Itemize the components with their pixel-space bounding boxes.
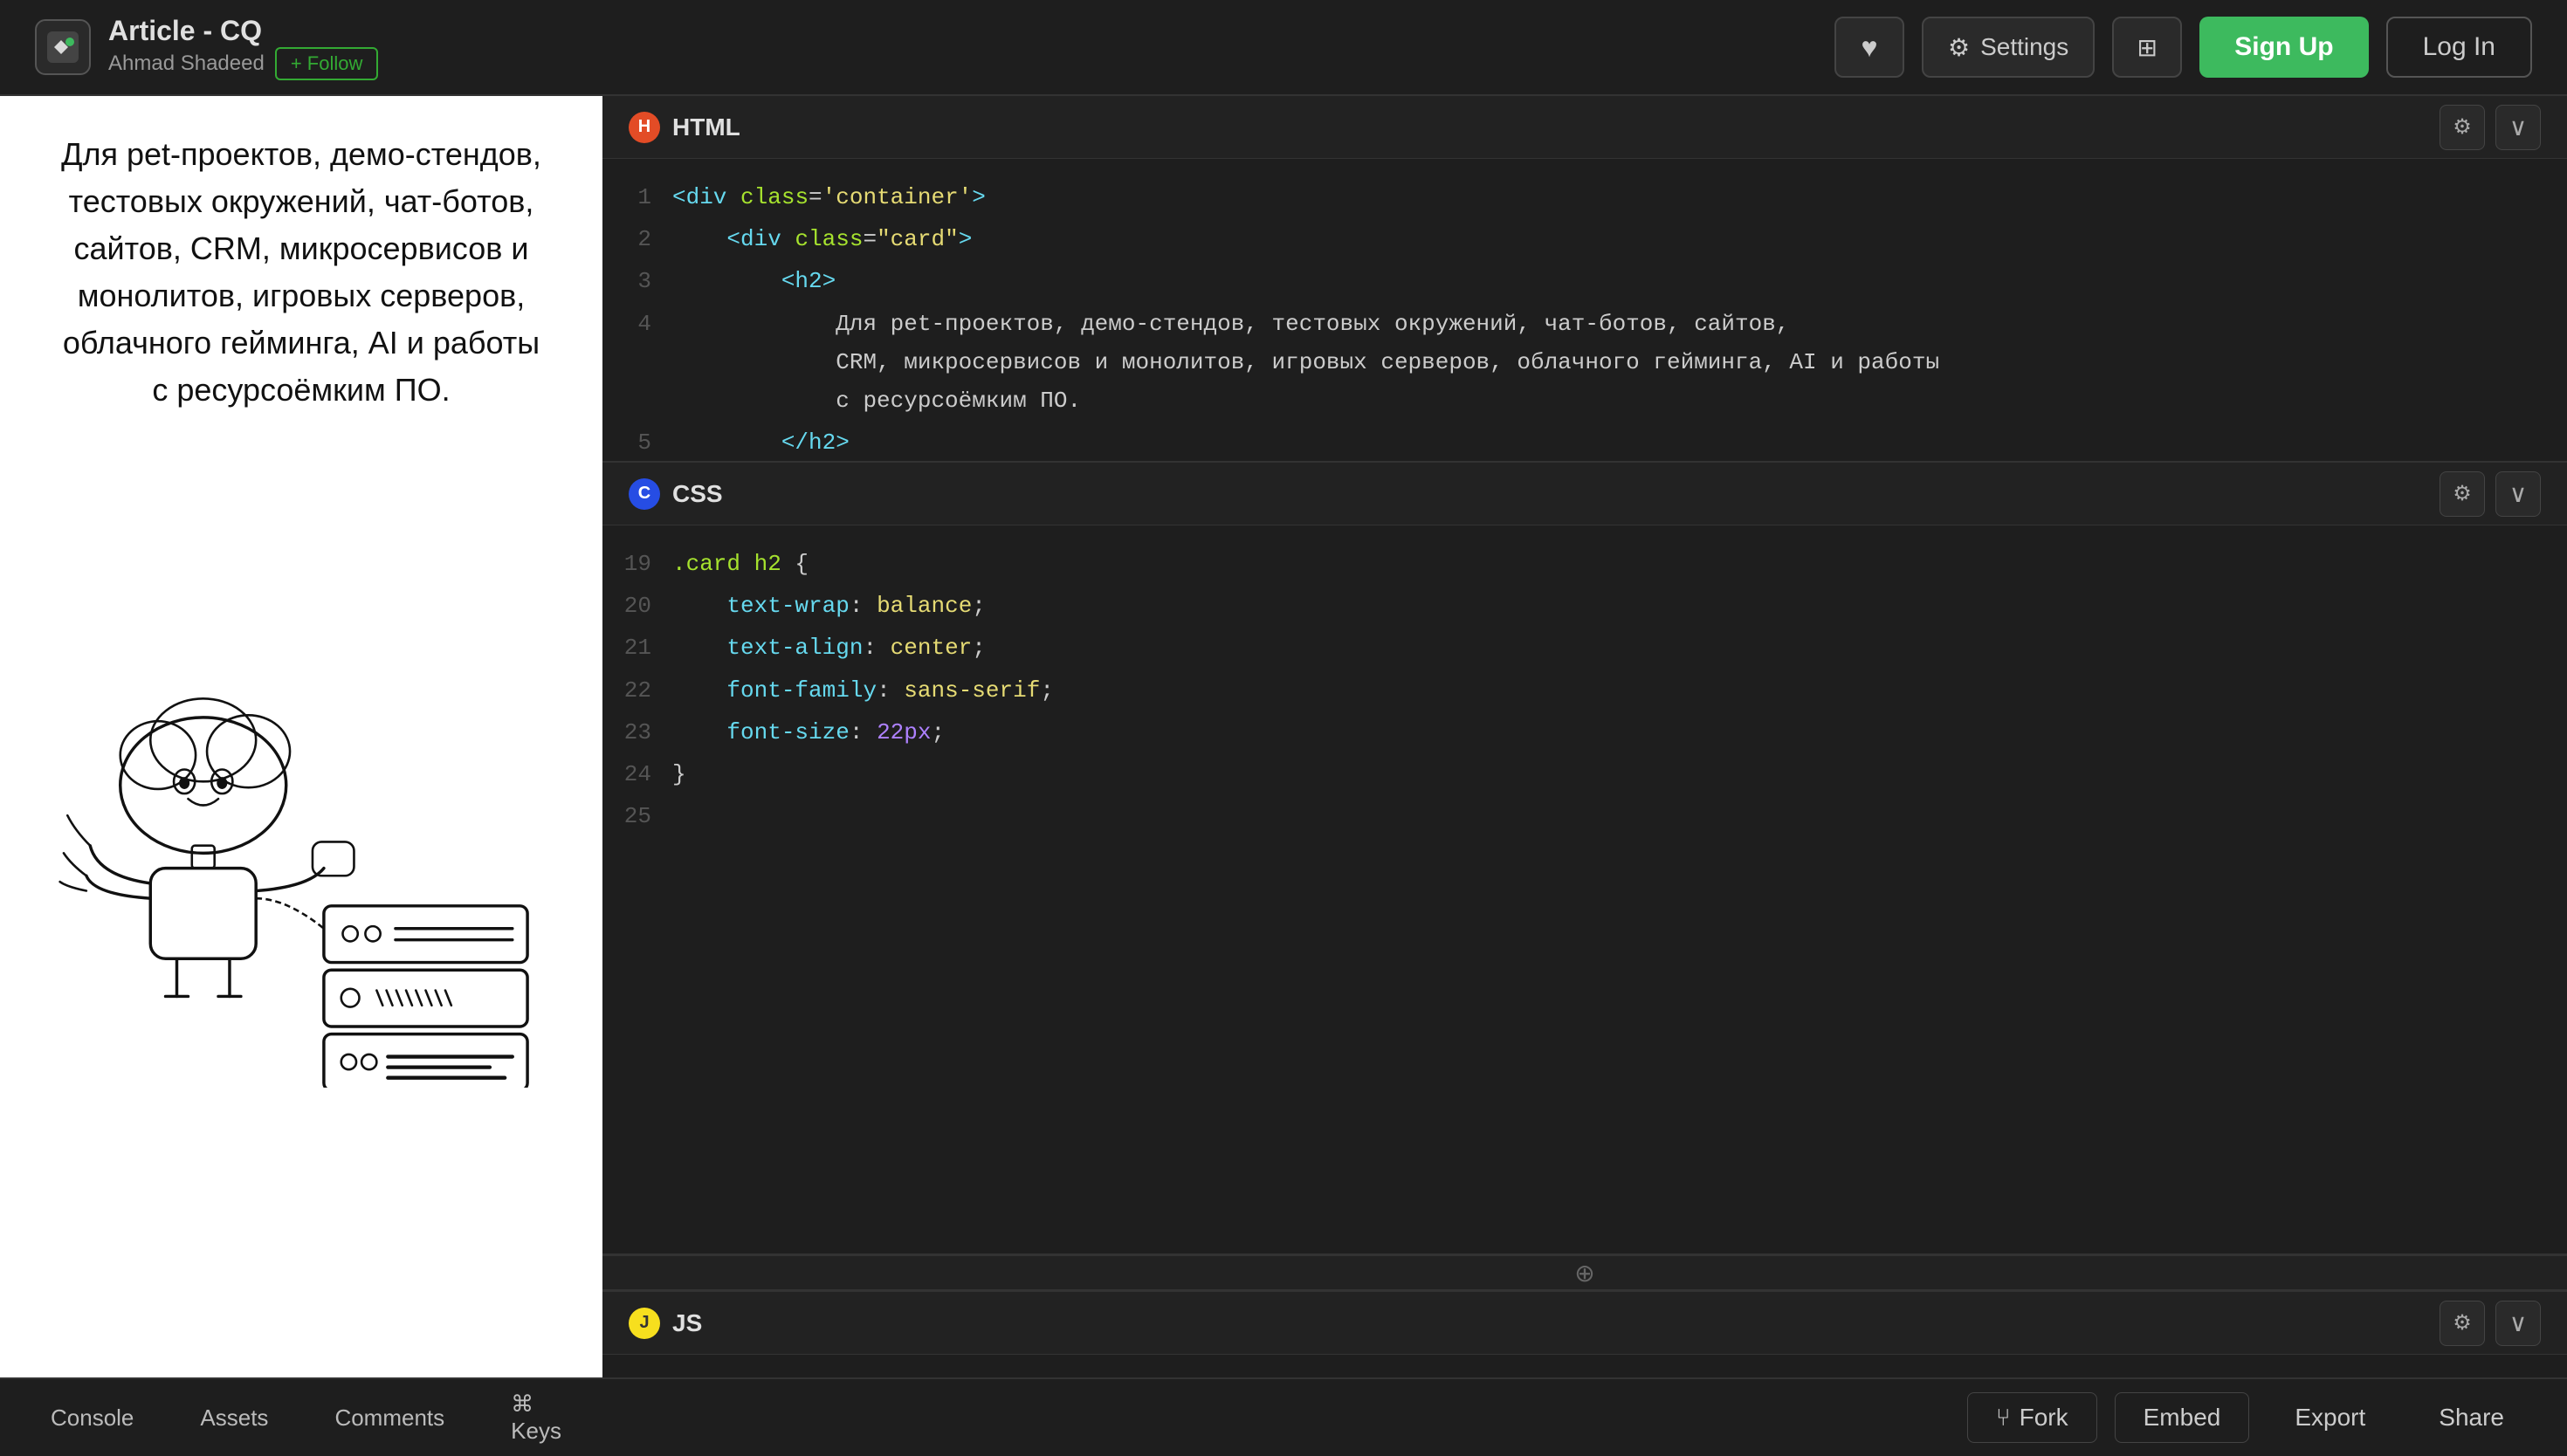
code-panel: H HTML ⚙ ∨ 1 <div class='container'> 2 <… [602, 96, 2567, 1456]
code-line: 21 text-align: center; [602, 627, 2567, 669]
tab-console[interactable]: Console [26, 1396, 158, 1440]
main-layout: Для pet-проектов, демо-стендов, тестовых… [0, 96, 2567, 1456]
html-lang-label: H HTML [629, 112, 740, 143]
tab-keys[interactable]: ⌘ Keys [486, 1382, 586, 1453]
code-line: 2 <div class="card"> [602, 218, 2567, 260]
css-collapse-btn[interactable]: ∨ [2495, 471, 2541, 517]
settings-label: Settings [1980, 33, 2068, 61]
logo-area: Article - CQ Ahmad Shadeed + Follow [35, 15, 1834, 80]
topnav: Article - CQ Ahmad Shadeed + Follow ♥ ⚙ … [0, 0, 2567, 96]
html-label: HTML [672, 113, 740, 141]
login-button[interactable]: Log In [2386, 17, 2532, 78]
html-collapse-btn[interactable]: ∨ [2495, 105, 2541, 150]
fork-label: Fork [2020, 1404, 2068, 1432]
export-button[interactable]: Export [2267, 1393, 2393, 1442]
fork-icon: ⑂ [1996, 1404, 2011, 1432]
js-collapse-btn[interactable]: ∨ [2495, 1301, 2541, 1346]
preview-heading: Для pet-проектов, демо-стендов, тестовых… [52, 131, 550, 414]
html-icon: H [629, 112, 660, 143]
code-line: 23 font-size: 22px; [602, 711, 2567, 753]
settings-button[interactable]: ⚙ Settings [1922, 17, 2095, 78]
heart-button[interactable]: ♥ [1834, 17, 1904, 78]
nav-actions: ♥ ⚙ Settings ⊞ Sign Up Log In [1834, 17, 2532, 78]
preview-panel: Для pet-проектов, демо-стендов, тестовых… [0, 96, 602, 1456]
js-lang-label: J JS [629, 1308, 702, 1339]
author-name: Ahmad Shadeed [108, 52, 265, 76]
js-icon: J [629, 1308, 660, 1339]
js-header-buttons: ⚙ ∨ [2440, 1301, 2541, 1346]
fork-button[interactable]: ⑂ Fork [1967, 1392, 2097, 1443]
html-code-body[interactable]: 1 <div class='container'> 2 <div class="… [602, 159, 2567, 461]
css-lang-label: C CSS [629, 478, 723, 510]
follow-button[interactable]: + Follow [275, 47, 379, 80]
code-line: 22 font-family: sans-serif; [602, 670, 2567, 711]
css-section-header: C CSS ⚙ ∨ [602, 463, 2567, 525]
tab-assets[interactable]: Assets [175, 1396, 292, 1440]
html-section: H HTML ⚙ ∨ 1 <div class='container'> 2 <… [602, 96, 2567, 463]
logo-text-area: Article - CQ Ahmad Shadeed + Follow [108, 15, 378, 80]
code-line: 20 text-wrap: balance; [602, 585, 2567, 627]
author-row: Ahmad Shadeed + Follow [108, 47, 378, 80]
resize-icon: ⊕ [1574, 1259, 1594, 1288]
embed-label: Embed [2144, 1404, 2221, 1432]
tab-comments[interactable]: Comments [310, 1396, 469, 1440]
js-label: JS [672, 1309, 702, 1337]
preview-image [52, 440, 550, 1343]
css-settings-btn[interactable]: ⚙ [2440, 471, 2485, 517]
html-section-header: H HTML ⚙ ∨ [602, 96, 2567, 159]
preview-content: Для pet-проектов, демо-стендов, тестовых… [0, 96, 602, 1377]
code-line: 19 .card h2 { [602, 543, 2567, 585]
bottom-action-bar: ⑂ Fork Embed Export Share [602, 1377, 2567, 1456]
code-line: 24 } [602, 753, 2567, 795]
embed-button[interactable]: Embed [2115, 1392, 2250, 1443]
article-title: Article - CQ [108, 15, 378, 47]
share-button[interactable]: Share [2411, 1393, 2532, 1442]
html-settings-btn[interactable]: ⚙ [2440, 105, 2485, 150]
css-code-body[interactable]: 19 .card h2 { 20 text-wrap: balance; 21 … [602, 525, 2567, 855]
signup-button[interactable]: Sign Up [2199, 17, 2368, 78]
preview-bottom-bar: Console Assets Comments ⌘ Keys [0, 1377, 602, 1456]
logo-icon [35, 19, 91, 75]
layout-icon: ⊞ [2137, 33, 2158, 62]
css-header-buttons: ⚙ ∨ [2440, 471, 2541, 517]
resize-handle[interactable]: ⊕ [602, 1255, 2567, 1290]
js-section-header: J JS ⚙ ∨ [602, 1292, 2567, 1355]
code-line: 4 Для pet-проектов, демо-стендов, тестов… [602, 303, 2567, 422]
html-header-buttons: ⚙ ∨ [2440, 105, 2541, 150]
css-section: C CSS ⚙ ∨ 19 .card h2 { 20 text-wrap: ba… [602, 463, 2567, 1255]
css-label: CSS [672, 480, 723, 508]
code-line: 5 </h2> [602, 422, 2567, 461]
code-line: 1 <div class='container'> [602, 176, 2567, 218]
js-section: J JS ⚙ ∨ [602, 1290, 2567, 1377]
code-line: 3 <h2> [602, 260, 2567, 302]
code-line: 25 [602, 795, 2567, 837]
gear-icon: ⚙ [1948, 33, 1970, 62]
layout-button[interactable]: ⊞ [2112, 17, 2182, 78]
css-icon: C [629, 478, 660, 510]
js-settings-btn[interactable]: ⚙ [2440, 1301, 2485, 1346]
